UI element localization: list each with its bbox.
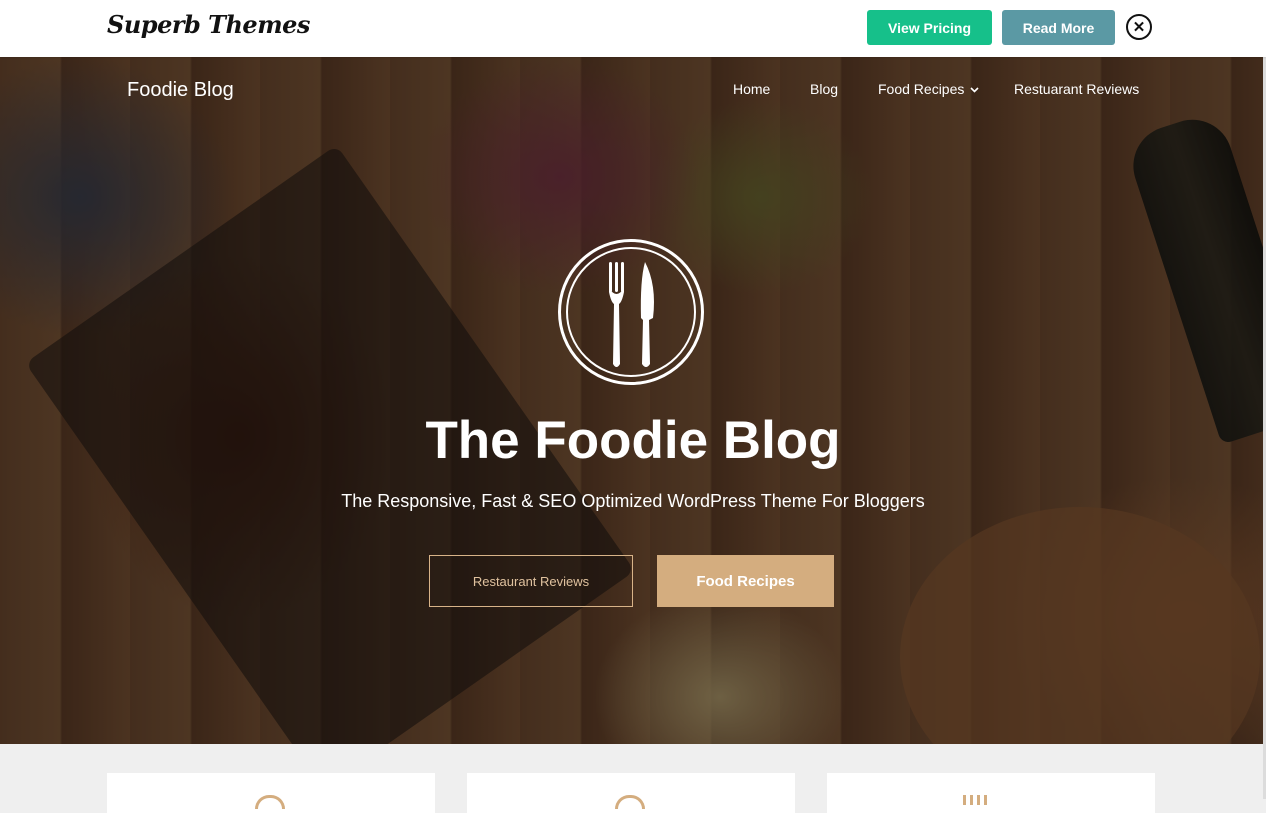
feature-card xyxy=(107,773,435,813)
read-more-button[interactable]: Read More xyxy=(1002,10,1115,45)
nav-food-recipes[interactable]: Food Recipes xyxy=(878,81,979,97)
feature-icon xyxy=(615,795,645,809)
nav-blog[interactable]: Blog xyxy=(810,81,838,97)
restaurant-reviews-button[interactable]: Restaurant Reviews xyxy=(429,555,633,607)
fork-knife-icon xyxy=(558,239,704,385)
superb-themes-logo[interactable]: Superb Themes xyxy=(107,10,310,39)
nav-home[interactable]: Home xyxy=(733,81,770,97)
hero-title: The Foodie Blog xyxy=(425,411,841,470)
feature-card xyxy=(827,773,1155,813)
site-title[interactable]: Foodie Blog xyxy=(127,79,234,102)
chevron-down-icon xyxy=(970,87,979,93)
feature-card xyxy=(467,773,795,813)
hero-section xyxy=(0,57,1263,744)
view-pricing-button[interactable]: View Pricing xyxy=(867,10,992,45)
nav-restaurant-reviews[interactable]: Restuarant Reviews xyxy=(1014,81,1139,97)
food-recipes-button[interactable]: Food Recipes xyxy=(657,555,834,607)
nav-food-recipes-label: Food Recipes xyxy=(878,81,965,97)
promo-bar: Superb Themes View Pricing Read More ✕ xyxy=(0,0,1266,57)
hero-subtitle: The Responsive, Fast & SEO Optimized Wor… xyxy=(341,491,925,511)
close-icon[interactable]: ✕ xyxy=(1126,14,1152,40)
feature-icon xyxy=(963,795,991,805)
feature-icon xyxy=(255,795,285,809)
